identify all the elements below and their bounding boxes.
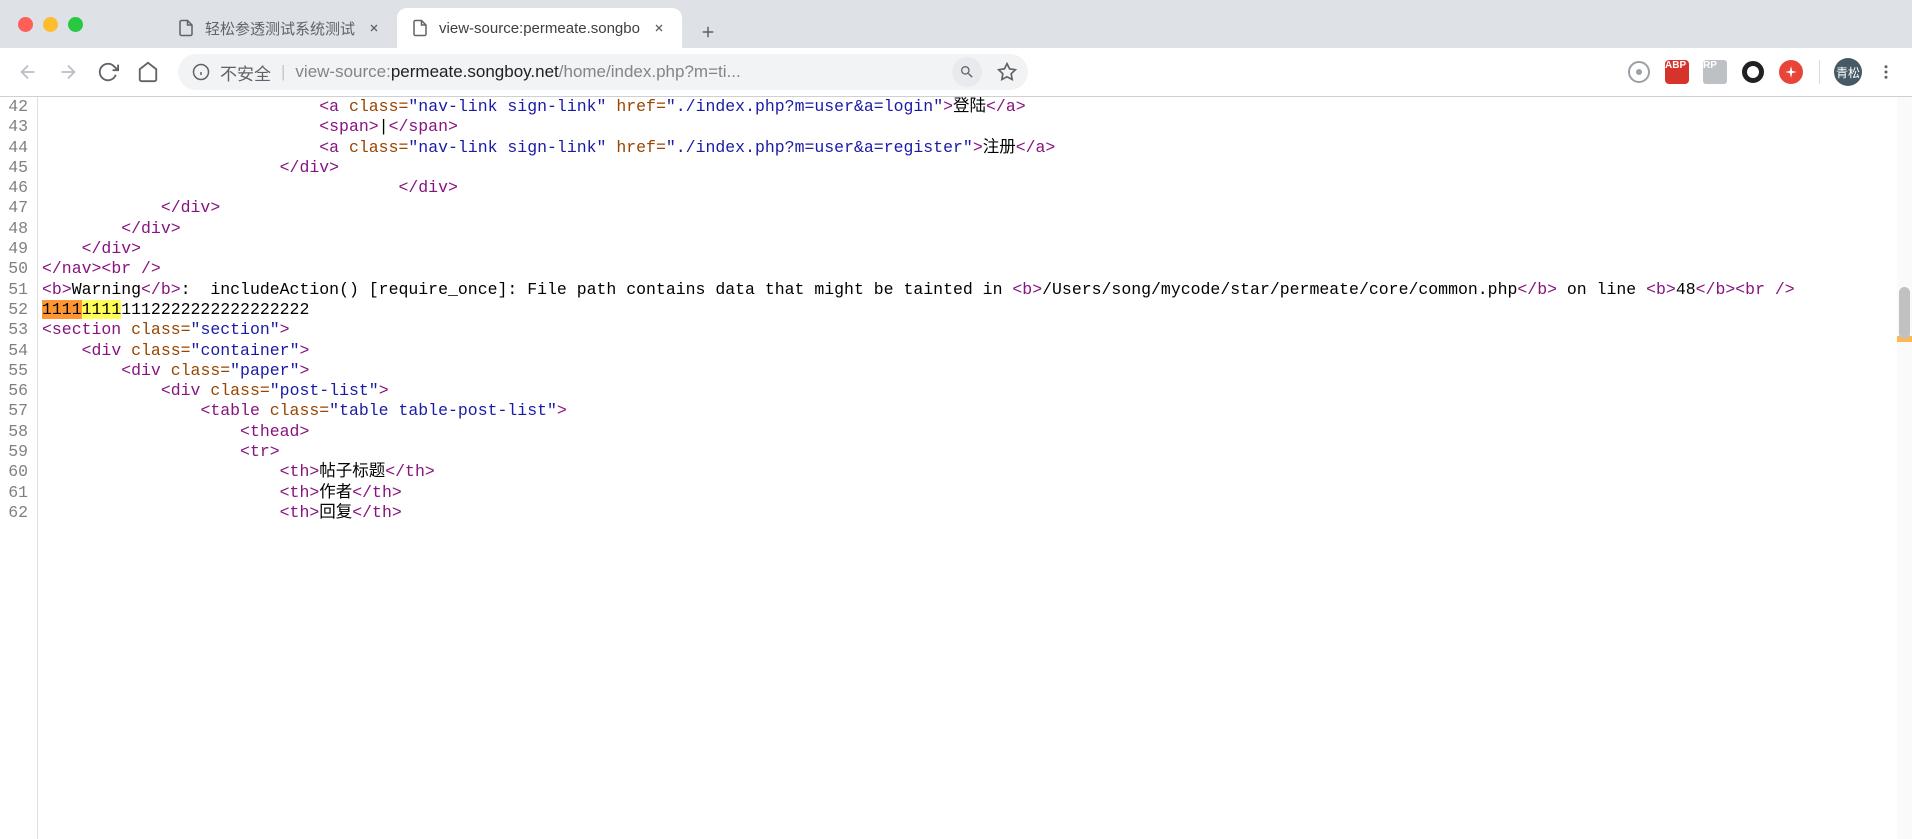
extension-button[interactable] [1623,56,1655,88]
toolbar: 不安全 | view-source:permeate.songboy.net/h… [0,48,1912,96]
address-bar[interactable]: 不安全 | view-source:permeate.songboy.net/h… [178,54,1028,90]
scrollbar-track[interactable] [1897,97,1912,839]
extension-button[interactable]: RP [1699,56,1731,88]
security-label: 不安全 [220,60,271,85]
close-tab-icon[interactable] [365,19,383,37]
url-text: view-source:permeate.songboy.net/home/in… [295,62,942,82]
new-tab-button[interactable] [692,16,724,48]
tab-strip: 轻松参透测试系统测试 view-source:permeate.songbo [163,0,1912,48]
close-tab-icon[interactable] [650,19,668,37]
titlebar: 轻松参透测试系统测试 view-source:permeate.songbo [0,0,1912,48]
close-window-button[interactable] [18,17,33,32]
window-controls [18,17,83,32]
extension-button[interactable] [1737,56,1769,88]
back-button[interactable] [10,54,46,90]
bookmark-star-icon[interactable] [992,57,1022,87]
find-match: 1111 [82,300,122,319]
home-button[interactable] [130,54,166,90]
reload-button[interactable] [90,54,126,90]
info-icon [192,63,210,81]
tab-inactive[interactable]: 轻松参透测试系统测试 [163,8,397,48]
browser-chrome: 轻松参透测试系统测试 view-source:permeate.songbo [0,0,1912,97]
url-separator: | [281,62,285,82]
forward-button[interactable] [50,54,86,90]
page-icon [177,19,195,37]
tab-title: view-source:permeate.songbo [439,20,640,37]
find-match-current: 1111 [42,300,82,319]
adblock-extension-icon[interactable]: ABP [1661,56,1693,88]
extensions-area: ABP RP 青松 [1623,56,1902,88]
page-icon [411,19,429,37]
menu-button[interactable] [1870,56,1902,88]
line-number-gutter: 42 43 44 45 46 47 48 49 50 51 52 53 54 5… [0,97,38,839]
view-source-content: 42 43 44 45 46 47 48 49 50 51 52 53 54 5… [0,97,1912,839]
extension-button[interactable] [1775,56,1807,88]
search-in-page-icon[interactable] [952,57,982,87]
source-code[interactable]: <a class="nav-link sign-link" href="./in… [38,97,1912,839]
profile-avatar[interactable]: 青松 [1832,56,1864,88]
tab-title: 轻松参透测试系统测试 [205,18,355,39]
tab-active[interactable]: view-source:permeate.songbo [397,8,682,48]
scrollbar-thumb[interactable] [1899,287,1910,339]
maximize-window-button[interactable] [68,17,83,32]
toolbar-divider [1819,60,1820,84]
minimize-window-button[interactable] [43,17,58,32]
